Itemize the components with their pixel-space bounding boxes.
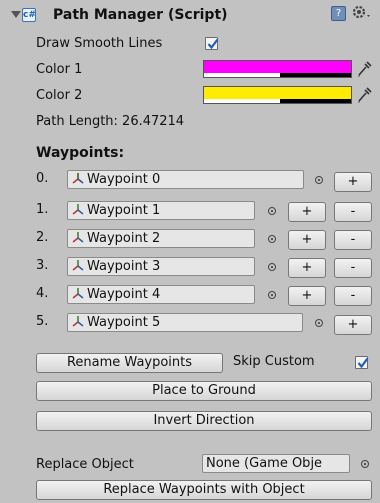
eyedropper-icon[interactable] — [356, 86, 372, 104]
waypoints-heading: Waypoints: — [36, 145, 125, 161]
transform-icon — [71, 314, 85, 328]
color1-swatch — [204, 61, 351, 73]
waypoint-field[interactable]: Waypoint 3 — [67, 257, 255, 276]
draw-smooth-lines-label: Draw Smooth Lines — [36, 36, 163, 51]
waypoint-name: Waypoint 3 — [87, 259, 161, 274]
color1-field[interactable] — [203, 60, 352, 78]
transform-icon — [71, 258, 85, 272]
waypoint-add-button[interactable]: + — [288, 202, 326, 222]
color1-alpha-bar — [204, 73, 281, 77]
color2-alpha-bar — [204, 99, 281, 103]
waypoint-field[interactable]: Waypoint 4 — [67, 285, 255, 304]
replace-object-label: Replace Object — [36, 457, 134, 472]
waypoint-name: Waypoint 4 — [87, 287, 161, 302]
skip-custom-label: Skip Custom — [233, 354, 315, 369]
color2-alpha-bar-remainder — [280, 99, 351, 103]
waypoint-index: 0. — [36, 171, 49, 186]
help-icon[interactable]: ? — [331, 6, 346, 21]
foldout-arrow-icon[interactable] — [11, 11, 21, 18]
waypoint-index: 3. — [36, 258, 49, 273]
transform-icon — [71, 286, 85, 300]
object-picker-icon[interactable] — [268, 291, 276, 299]
transform-icon — [71, 230, 85, 244]
replace-object-value: None (Game Obje — [206, 456, 323, 471]
waypoint-field[interactable]: Waypoint 5 — [67, 313, 303, 332]
waypoint-remove-button[interactable]: - — [334, 258, 372, 278]
replace-waypoints-button[interactable]: Replace Waypoints with Object — [36, 480, 372, 500]
path-length-label: Path Length: 26.47214 — [36, 114, 185, 129]
place-to-ground-button[interactable]: Place to Ground — [36, 381, 372, 401]
waypoint-remove-button[interactable]: - — [334, 202, 372, 222]
invert-direction-button[interactable]: Invert Direction — [36, 411, 372, 431]
component-title: Path Manager (Script) — [53, 7, 228, 23]
skip-custom-checkbox[interactable] — [355, 356, 369, 369]
rename-waypoints-button[interactable]: Rename Waypoints — [36, 353, 223, 373]
transform-icon — [71, 171, 85, 185]
waypoint-add-button[interactable]: + — [288, 230, 326, 250]
script-icon: c# — [22, 8, 36, 22]
eyedropper-icon[interactable] — [356, 60, 372, 78]
color1-alpha-bar-remainder — [280, 73, 351, 77]
waypoint-name: Waypoint 1 — [87, 203, 161, 218]
waypoint-name: Waypoint 0 — [87, 172, 161, 187]
waypoint-index: 5. — [36, 314, 49, 329]
object-picker-icon[interactable] — [268, 235, 276, 243]
waypoint-field[interactable]: Waypoint 0 — [67, 170, 304, 189]
waypoint-index: 2. — [36, 230, 49, 245]
color2-field[interactable] — [203, 86, 352, 104]
object-picker-icon[interactable] — [268, 207, 276, 215]
object-picker-icon[interactable] — [268, 263, 276, 271]
waypoint-add-button[interactable]: + — [288, 286, 326, 306]
color2-label: Color 2 — [36, 88, 83, 103]
waypoint-add-button[interactable]: + — [334, 315, 372, 335]
waypoint-remove-button[interactable]: - — [334, 230, 372, 250]
waypoint-add-button[interactable]: + — [334, 172, 372, 192]
object-picker-icon[interactable] — [315, 319, 323, 327]
waypoint-name: Waypoint 2 — [87, 231, 161, 246]
color2-swatch — [204, 87, 351, 99]
waypoint-add-button[interactable]: + — [288, 258, 326, 278]
object-picker-icon[interactable] — [315, 176, 323, 184]
waypoint-field[interactable]: Waypoint 2 — [67, 229, 255, 248]
waypoint-field[interactable]: Waypoint 1 — [67, 201, 255, 220]
transform-icon — [71, 202, 85, 216]
color1-label: Color 1 — [36, 62, 83, 77]
waypoint-name: Waypoint 5 — [87, 315, 161, 330]
waypoint-remove-button[interactable]: - — [334, 286, 372, 306]
object-picker-icon[interactable] — [361, 460, 369, 468]
waypoint-index: 4. — [36, 286, 49, 301]
draw-smooth-lines-checkbox[interactable] — [205, 37, 219, 50]
replace-object-field[interactable]: None (Game Obje — [202, 454, 350, 473]
waypoint-index: 1. — [36, 202, 49, 217]
gear-icon[interactable] — [351, 4, 373, 22]
